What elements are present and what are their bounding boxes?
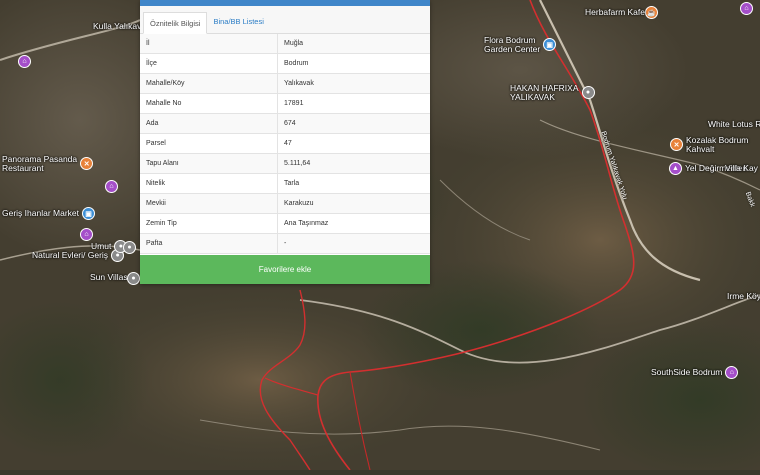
table-row: Mahalle No 17891 xyxy=(140,93,430,114)
attribute-value: Tarla xyxy=(277,173,430,194)
attribute-value: Ana Taşınmaz xyxy=(277,213,430,234)
hotel-marker[interactable]: ⌂ xyxy=(740,2,753,15)
attribute-name: Ada xyxy=(140,113,278,134)
attribute-value: 17891 xyxy=(277,93,430,114)
table-row: Nitelik Tarla xyxy=(140,173,430,194)
tab-oznitelik-bilgisi[interactable]: Öznitelik Bilgisi xyxy=(143,12,208,34)
shop-icon: ▣ xyxy=(543,38,557,52)
hotel-icon: ⌂ xyxy=(740,2,753,15)
attribute-name: Mahalle/Köy xyxy=(140,73,278,94)
attribute-name: İlçe xyxy=(140,53,278,74)
poi-irme-koy[interactable]: Irme Köy xyxy=(727,292,760,301)
place-icon: ● xyxy=(123,241,136,254)
attribute-name: İl xyxy=(140,34,278,54)
poi-villa-kay[interactable]: Villa Kay xyxy=(725,164,758,173)
add-to-favorites-button[interactable]: Favorilere ekle xyxy=(140,255,430,284)
poi-sun-villas[interactable]: Sun Villas xyxy=(90,273,128,282)
parcel-info-panel: Öznitelik Bilgisi Bina/BB Listesi İl Muğl… xyxy=(140,0,430,284)
place-icon: ● xyxy=(127,272,140,285)
place-icon: ● xyxy=(581,86,595,100)
attribute-value: Muğla xyxy=(277,34,430,54)
place-marker[interactable]: ● xyxy=(127,272,140,285)
parcel-attributes-table: İl Muğla İlçe Bodrum Mahalle/Köy Yalıkavak Mah… xyxy=(140,34,430,254)
table-row: İlçe Bodrum xyxy=(140,53,430,74)
attribute-name: Mahalle No xyxy=(140,93,278,114)
table-row: Zemin Tip Ana Taşınmaz xyxy=(140,213,430,234)
attribute-value: 47 xyxy=(277,133,430,154)
hotel-icon: ⌂ xyxy=(105,180,118,193)
place-marker[interactable]: ● xyxy=(123,241,136,254)
poi-kozalak-bodrum[interactable]: ✕ Kozalak Bodrum Kahvalt xyxy=(670,136,748,154)
coffee-icon: ☕ xyxy=(645,6,658,19)
attribute-name: Zemin Tip xyxy=(140,213,278,234)
attribute-name: Parsel xyxy=(140,133,278,154)
table-row: İl Muğla xyxy=(140,34,430,54)
hotel-marker[interactable]: ⌂ xyxy=(80,228,93,241)
attribute-value: 5.111,64 xyxy=(277,153,430,174)
hotel-marker[interactable]: ⌂ xyxy=(18,55,31,68)
table-row: Parsel 47 xyxy=(140,133,430,154)
poi-umut[interactable]: Umut ● xyxy=(91,240,128,253)
poi-southside-bodrum[interactable]: ⌂ SouthSide Bodrum xyxy=(651,366,739,379)
attribute-value: - xyxy=(277,233,430,254)
table-row: Ada 674 xyxy=(140,113,430,134)
table-row: Tapu Alanı 5.111,64 xyxy=(140,153,430,174)
attribute-name: Pafta xyxy=(140,233,278,254)
panel-tabs: Öznitelik Bilgisi Bina/BB Listesi xyxy=(140,6,430,34)
table-row: Mahalle/Köy Yalıkavak xyxy=(140,73,430,94)
attribute-name: Nitelik xyxy=(140,173,278,194)
restaurant-icon: ✕ xyxy=(80,157,94,171)
attribute-value: Bodrum xyxy=(277,53,430,74)
poi-herbafarm-kafe[interactable]: ☕ xyxy=(645,6,658,19)
poi-white-lotus[interactable]: White Lotus Re xyxy=(708,120,760,129)
poi-flora-bodrum[interactable]: ▣ Flora Bodrum Garden Center xyxy=(484,36,557,54)
attribute-name: Tapu Alanı xyxy=(140,153,278,174)
hotel-marker[interactable]: ⌂ xyxy=(105,180,118,193)
tab-bina-bb-listesi[interactable]: Bina/BB Listesi xyxy=(207,11,269,33)
hotel-icon: ⌂ xyxy=(18,55,31,68)
table-row: Pafta - xyxy=(140,233,430,254)
poi-herbafarm-label: Herbafarm Kafe xyxy=(585,7,645,17)
attribute-value: Yalıkavak xyxy=(277,73,430,94)
shop-icon: ▣ xyxy=(82,207,95,220)
poi-hakan-hafrixa[interactable]: ● HAKAN HAFRIXA YALIKAVAK xyxy=(510,84,595,102)
poi-geris-market[interactable]: Geriş Ihanlar Market ▣ xyxy=(2,207,95,220)
hotel-icon: ⌂ xyxy=(725,366,739,379)
restaurant-icon: ✕ xyxy=(670,138,683,152)
landmark-icon: ▲ xyxy=(669,162,682,175)
attribute-value: Karakuzu xyxy=(277,193,430,214)
hotel-icon: ⌂ xyxy=(80,228,93,241)
attribute-value: 674 xyxy=(277,113,430,134)
poi-panorama-pasanda[interactable]: Panorama Pasanda Restaurant ✕ xyxy=(2,155,94,173)
table-row: Mevkii Karakuzu xyxy=(140,193,430,214)
attribute-name: Mevkii xyxy=(140,193,278,214)
